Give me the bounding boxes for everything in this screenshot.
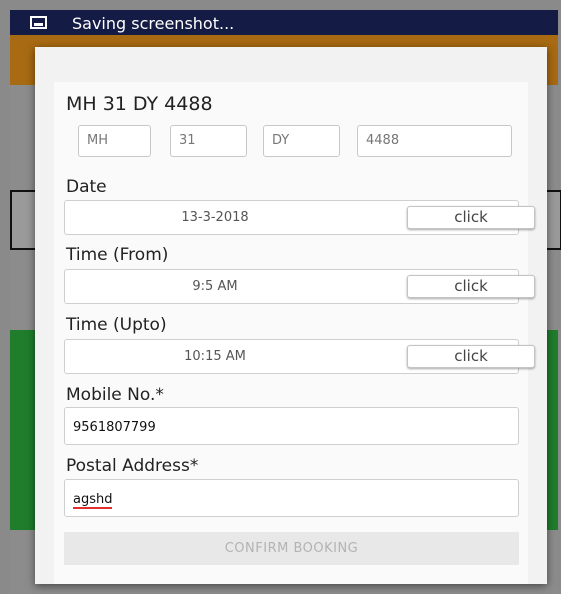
- time-from-click-button[interactable]: click: [407, 275, 535, 298]
- plate-series-field[interactable]: DY: [263, 125, 340, 157]
- time-from-row: 9:5 AM click: [64, 269, 535, 304]
- time-upto-row: 10:15 AM click: [64, 339, 535, 374]
- date-row: 13-3-2018 click: [64, 200, 535, 235]
- address-value: agshd: [73, 492, 113, 509]
- plate-number-field[interactable]: 4488: [357, 125, 512, 157]
- address-input[interactable]: agshd: [64, 479, 519, 517]
- address-label: Postal Address*: [66, 456, 199, 476]
- status-bar: Saving screenshot...: [10, 10, 558, 35]
- time-from-value: 9:5 AM: [192, 279, 238, 294]
- confirm-booking-button[interactable]: CONFIRM BOOKING: [64, 532, 519, 565]
- time-upto-value: 10:15 AM: [184, 349, 246, 364]
- mobile-value: 9561807799: [73, 420, 156, 435]
- status-text: Saving screenshot...: [72, 14, 235, 33]
- mobile-input[interactable]: 9561807799: [64, 407, 519, 445]
- date-click-button[interactable]: click: [407, 206, 535, 229]
- date-value: 13-3-2018: [181, 210, 249, 225]
- vehicle-number-title: MH 31 DY 4488: [66, 93, 213, 115]
- mobile-label: Mobile No.*: [66, 385, 164, 405]
- date-label: Date: [66, 177, 107, 197]
- plate-state-field[interactable]: MH: [78, 125, 151, 157]
- booking-dialog: MH 31 DY 4488 MH 31 DY 4488 Date 13-3-20…: [35, 47, 547, 584]
- image-icon: [30, 16, 47, 29]
- plate-district-field[interactable]: 31: [170, 125, 247, 157]
- time-upto-click-button[interactable]: click: [407, 345, 535, 368]
- time-upto-label: Time (Upto): [66, 315, 167, 335]
- time-from-label: Time (From): [66, 245, 169, 265]
